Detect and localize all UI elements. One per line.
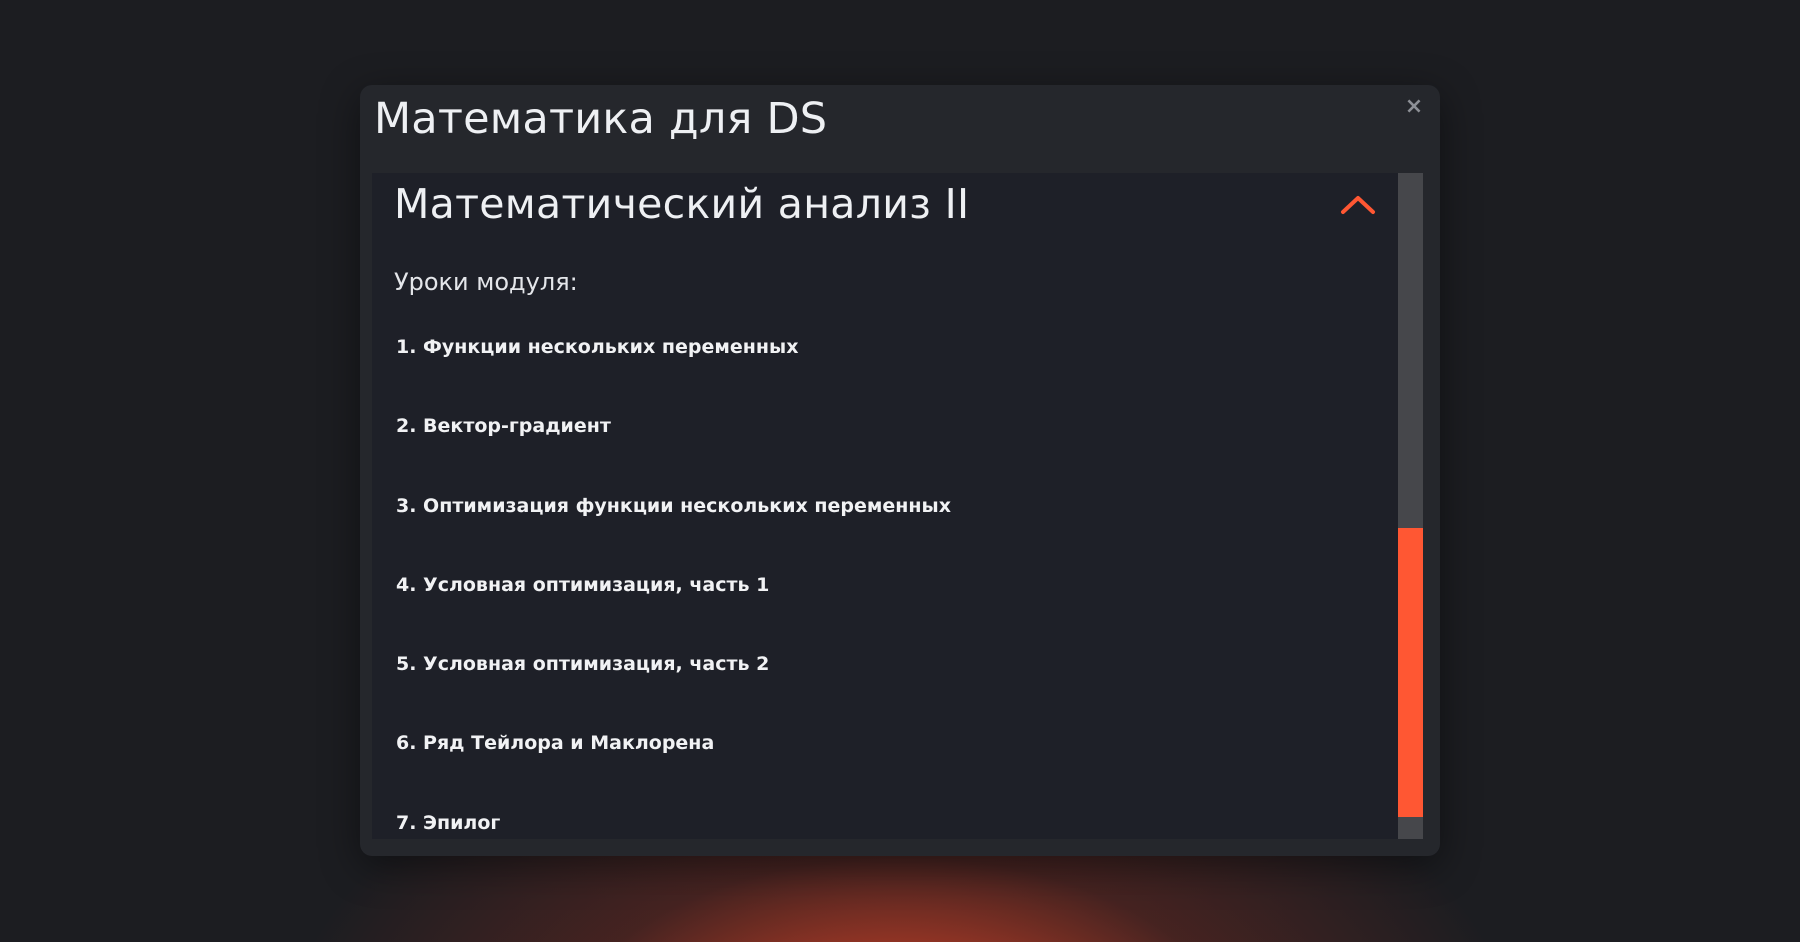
lesson-list: 1. Функции нескольких переменных 2. Вект… [396, 335, 951, 839]
scrollbar-track[interactable] [1398, 173, 1423, 839]
scrollbar-thumb[interactable] [1398, 528, 1423, 817]
lesson-item[interactable]: 5. Условная оптимизация, часть 2 [396, 652, 951, 731]
course-modal: Математика для DS × Математический анали… [360, 85, 1440, 856]
lesson-item[interactable]: 1. Функции нескольких переменных [396, 335, 951, 414]
module-panel: Математический анализ II Уроки модуля: 1… [372, 173, 1423, 839]
module-content: Математический анализ II Уроки модуля: 1… [372, 173, 1398, 839]
lesson-item[interactable]: 7. Эпилог [396, 811, 951, 839]
modal-title: Математика для DS [374, 94, 828, 144]
chevron-up-icon[interactable] [1336, 185, 1380, 225]
lesson-item[interactable]: 2. Вектор-градиент [396, 414, 951, 493]
module-title: Математический анализ II [394, 180, 970, 228]
close-icon[interactable]: × [1402, 95, 1426, 119]
lesson-item[interactable]: 3. Оптимизация функции нескольких переме… [396, 494, 951, 573]
lessons-label: Уроки модуля: [394, 268, 578, 296]
lesson-item[interactable]: 6. Ряд Тейлора и Маклорена [396, 731, 951, 810]
lesson-item[interactable]: 4. Условная оптимизация, часть 1 [396, 573, 951, 652]
